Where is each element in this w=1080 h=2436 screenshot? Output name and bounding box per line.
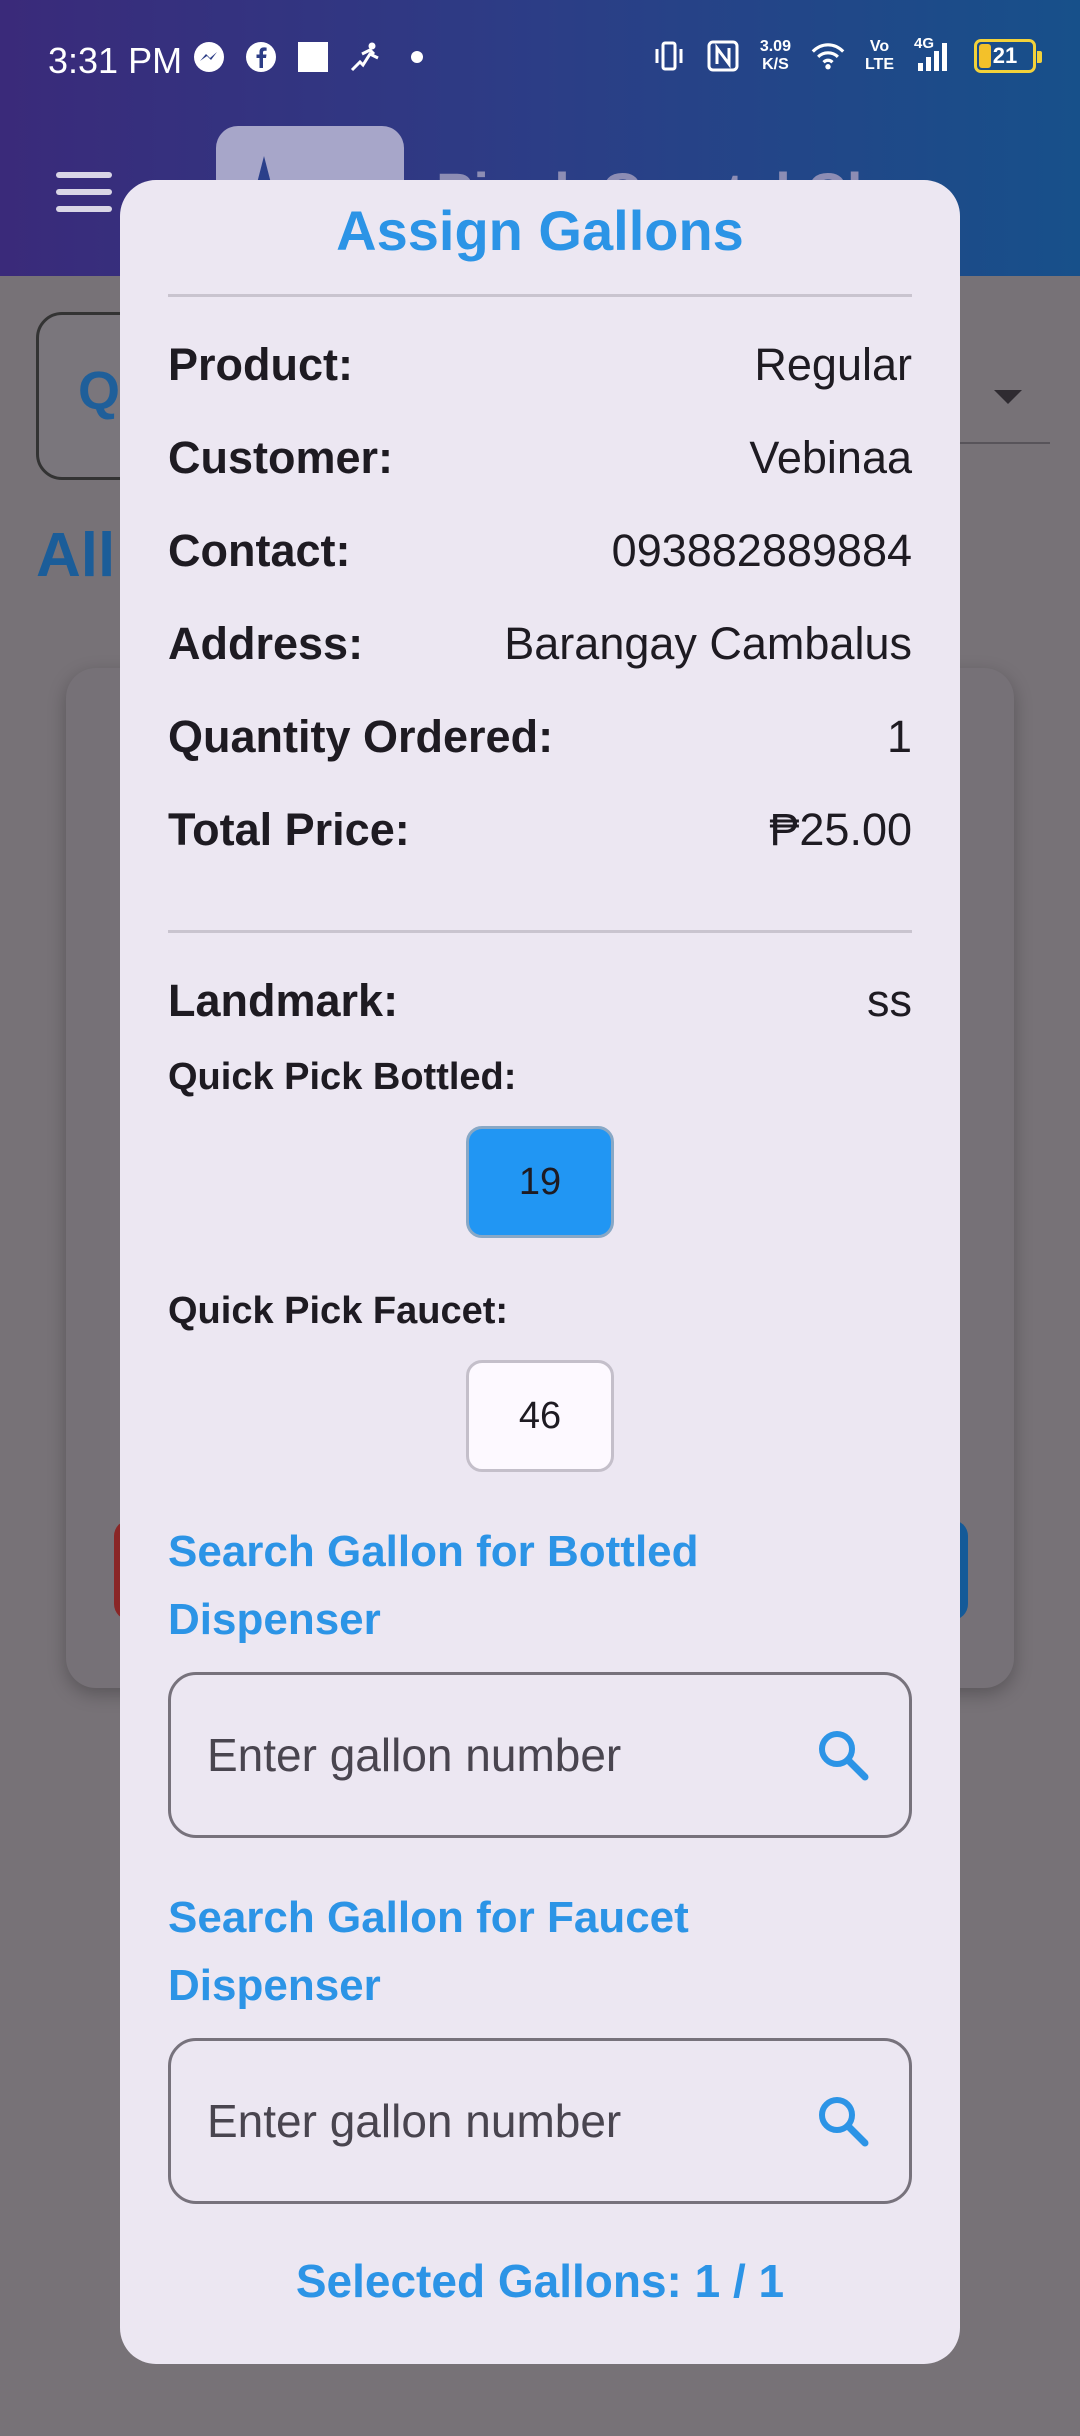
customer-label: Customer: (168, 432, 394, 483)
total-price-value: ₱25.00 (769, 804, 912, 855)
search-icon[interactable] (813, 1725, 873, 1785)
search-faucet-field[interactable] (168, 2038, 912, 2204)
selected-gallons-count: Selected Gallons: 1 / 1 (295, 2255, 785, 2307)
search-icon[interactable] (813, 2091, 873, 2151)
address-label: Address: (168, 618, 364, 669)
quantity-row: Quantity Ordered: 1 (168, 702, 912, 772)
activity-icon (348, 40, 382, 74)
divider (168, 930, 912, 933)
signal-icon: 4G (914, 35, 954, 73)
address-row: Address: Barangay Cambalus (168, 609, 912, 679)
quantity-value: 1 (886, 711, 912, 762)
quick-pick-faucet-chip[interactable]: 46 (466, 1360, 614, 1472)
quick-pick-faucet-label: Quick Pick Faucet: (168, 1290, 509, 1332)
net-speed: 3.09 K/S (759, 38, 791, 73)
battery-icon: 21 (974, 39, 1042, 73)
search-bottled-field[interactable] (168, 1672, 912, 1838)
search-faucet-title: Search Gallon for Faucet Dispenser (168, 1893, 689, 2010)
divider (168, 294, 912, 297)
contact-value: 093882889884 (611, 525, 912, 576)
system-icons: 3.09 K/S Vo LTE 4G 21 (652, 35, 1042, 74)
dot-icon (400, 40, 434, 74)
background-heading: All (36, 521, 116, 590)
product-label: Product: (168, 339, 353, 390)
total-price-row: Total Price: ₱25.00 (168, 795, 912, 865)
status-bar: 3:31 PM 3.09 K/S Vo LTE 4G 21 (0, 0, 1080, 120)
assign-gallons-dialog: Assign Gallons Product: Regular Customer… (120, 180, 960, 2364)
vibrate-icon (652, 39, 686, 73)
landmark-label: Landmark: (168, 975, 399, 1026)
messenger-icon (192, 40, 226, 74)
quantity-label: Quantity Ordered: (168, 711, 554, 762)
quick-pick-bottled-chip[interactable]: 19 (466, 1126, 614, 1238)
product-value: Regular (754, 339, 912, 390)
wifi-icon (811, 39, 845, 73)
hamburger-menu-icon[interactable] (56, 172, 112, 212)
search-bottled-input[interactable] (207, 1728, 813, 1782)
nfc-icon (706, 39, 740, 73)
landmark-row: Landmark: ss (168, 966, 912, 1036)
facebook-icon (244, 40, 278, 74)
product-row: Product: Regular (168, 330, 912, 400)
search-bottled-title: Search Gallon for Bottled Dispenser (168, 1527, 699, 1644)
total-price-label: Total Price: (168, 804, 410, 855)
quick-pick-bottled-label: Quick Pick Bottled: (168, 1056, 517, 1098)
customer-row: Customer: Vebinaa (168, 423, 912, 493)
background-dropdown-underline (950, 442, 1050, 444)
dialog-title: Assign Gallons (336, 199, 744, 262)
notification-icons (192, 40, 434, 74)
address-value: Barangay Cambalus (504, 618, 912, 669)
contact-row: Contact: 093882889884 (168, 516, 912, 586)
volte-indicator: Vo LTE (864, 38, 894, 73)
background-search-icon: Q (78, 361, 121, 421)
landmark-value: ss (867, 975, 912, 1026)
customer-value: Vebinaa (749, 432, 912, 483)
contact-label: Contact: (168, 525, 351, 576)
background-dropdown-chevron-icon (994, 390, 1022, 404)
search-faucet-input[interactable] (207, 2094, 813, 2148)
status-time: 3:31 PM (48, 40, 183, 81)
square-icon (296, 40, 330, 74)
